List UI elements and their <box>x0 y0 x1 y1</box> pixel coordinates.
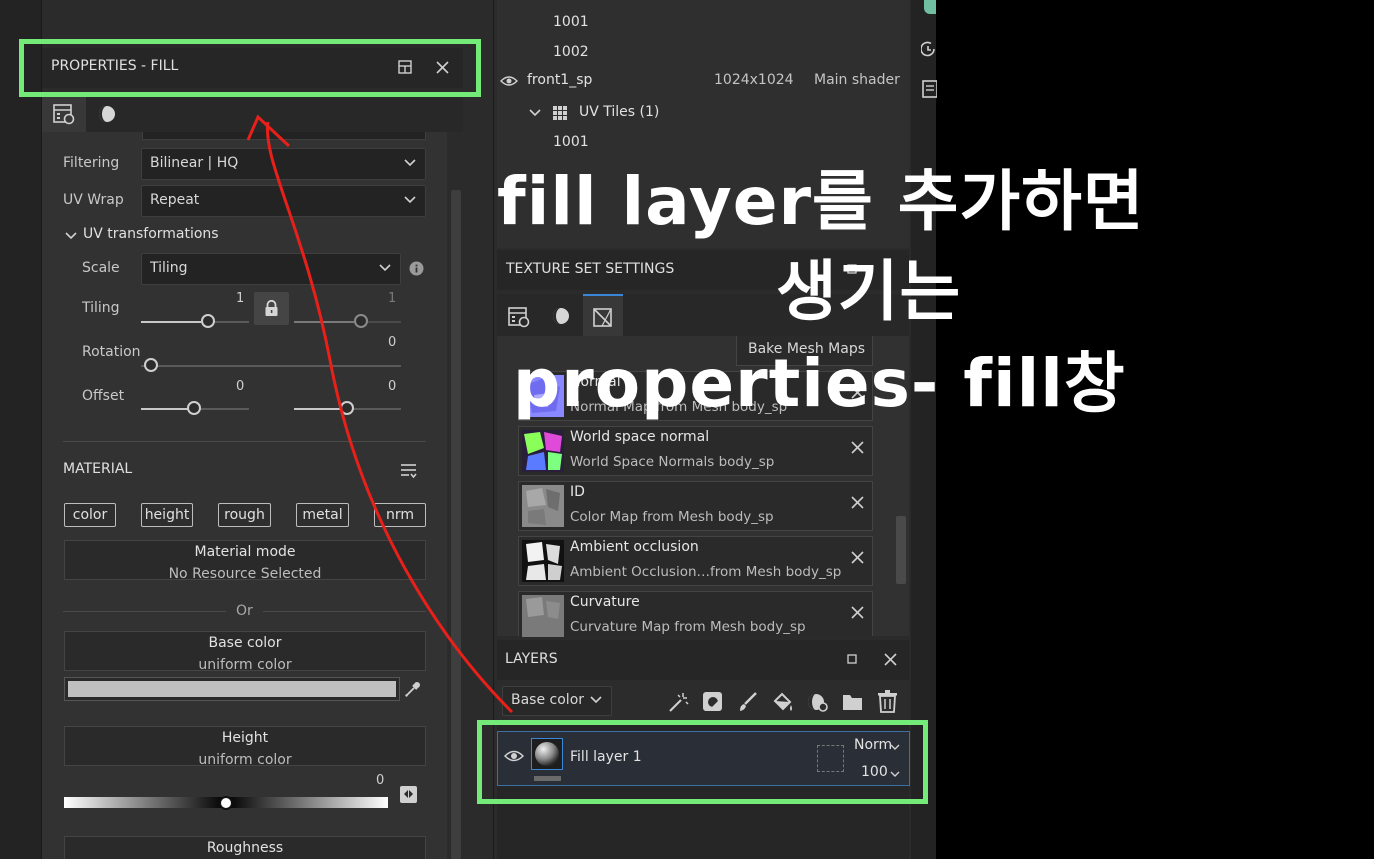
annotation-arrow <box>246 114 514 714</box>
annotation-line-3: properties- fill창 <box>513 345 1126 422</box>
annotation-line-1: fill layer를 추가하면 <box>497 163 1145 240</box>
annotation-line-2: 생기는 <box>776 253 962 330</box>
